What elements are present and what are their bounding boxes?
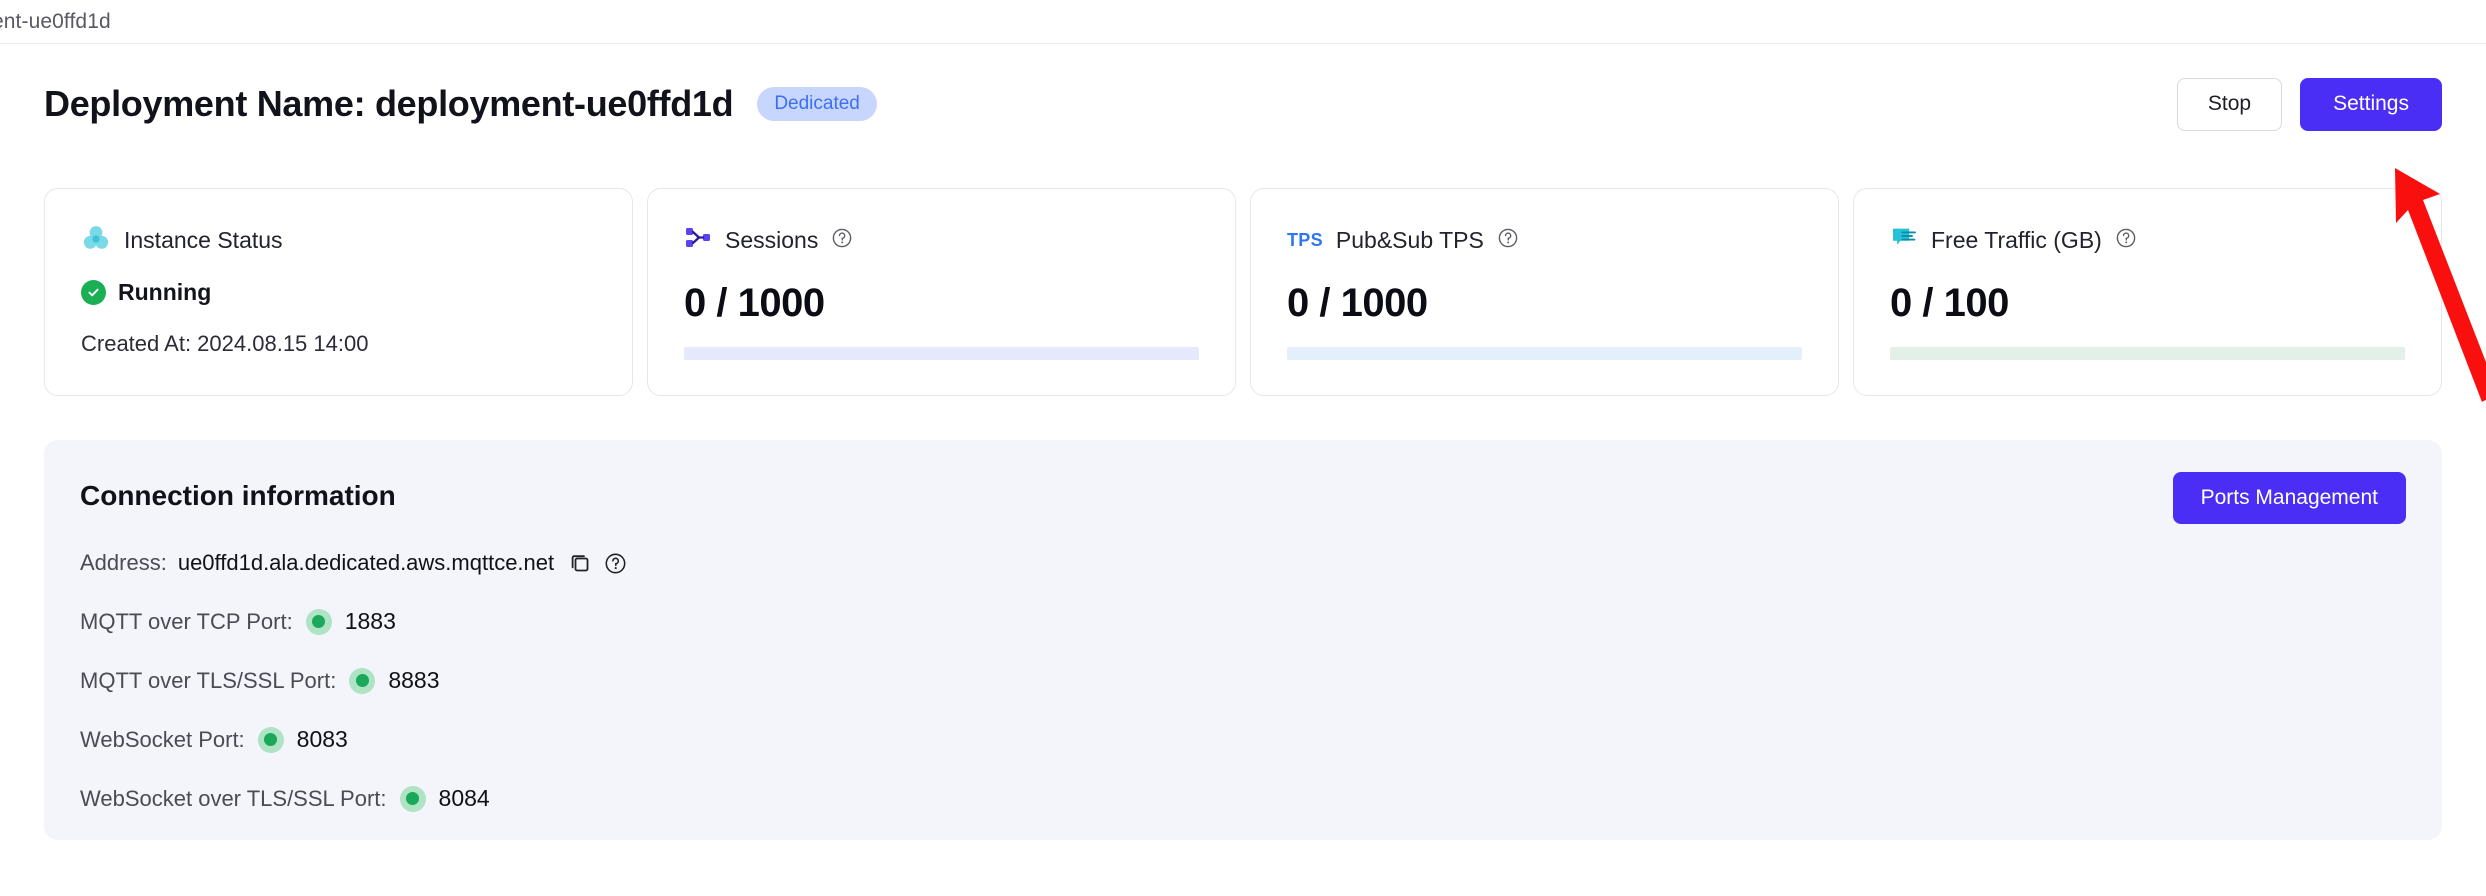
card-free-traffic-value: 0 / 100 [1890, 281, 2405, 326]
port-label: WebSocket Port: [80, 727, 245, 753]
port-label: MQTT over TLS/SSL Port: [80, 668, 336, 694]
sessions-progress-bar [684, 347, 1199, 360]
help-circle-icon[interactable] [831, 227, 853, 254]
port-value: 1883 [345, 608, 396, 635]
address-value: ue0ffd1d.ala.dedicated.aws.mqttce.net [178, 550, 554, 576]
card-instance-status-label: Instance Status [124, 227, 283, 254]
status-badge-dedicated: Dedicated [757, 87, 877, 121]
status-dot-icon [349, 668, 375, 694]
card-sessions: Sessions 0 / 1000 [647, 188, 1236, 396]
header-actions: Stop Settings [2177, 78, 2442, 131]
connection-information-panel: Connection information Ports Management … [44, 440, 2442, 840]
help-circle-icon[interactable] [1497, 227, 1519, 254]
settings-button[interactable]: Settings [2300, 78, 2442, 131]
card-pubsub-tps-value: 0 / 1000 [1287, 281, 1802, 326]
card-instance-status-head: Instance Status [81, 223, 596, 257]
free-traffic-progress-bar [1890, 347, 2405, 360]
stat-cards-row: Instance Status Running Created At: 2024… [44, 188, 2442, 396]
connection-header: Connection information Ports Management [80, 480, 2406, 524]
stop-button[interactable]: Stop [2177, 78, 2282, 131]
port-value: 8883 [388, 667, 439, 694]
ports-management-button[interactable]: Ports Management [2173, 472, 2406, 524]
port-value: 8083 [297, 726, 348, 753]
copy-icon[interactable] [568, 551, 592, 575]
port-value: 8084 [439, 785, 490, 812]
address-row: Address: ue0ffd1d.ala.dedicated.aws.mqtt… [80, 550, 2406, 576]
ports-list: MQTT over TCP Port: 1883 MQTT over TLS/S… [80, 608, 2406, 812]
address-label: Address: [80, 550, 167, 576]
page-header: Deployment Name: deployment-ue0ffd1d Ded… [0, 44, 2486, 164]
breadcrumb-bar: ent-ue0ffd1d [0, 0, 2486, 44]
status-dot-icon [306, 609, 332, 635]
status-dot-icon [258, 727, 284, 753]
cluster-icon [81, 223, 111, 258]
status-dot-icon [400, 786, 426, 812]
instance-created-at: Created At: 2024.08.15 14:00 [81, 331, 596, 357]
help-circle-icon[interactable] [2115, 227, 2137, 254]
instance-status-line: Running [81, 279, 596, 306]
card-instance-status: Instance Status Running Created At: 2024… [44, 188, 633, 396]
port-label: MQTT over TCP Port: [80, 609, 293, 635]
card-pubsub-tps-head: TPS Pub&Sub TPS [1287, 223, 1802, 257]
deployment-detail-page: ent-ue0ffd1d Deployment Name: deployment… [0, 0, 2486, 896]
port-row: MQTT over TLS/SSL Port: 8883 [80, 667, 2406, 694]
instance-status-value: Running [118, 279, 211, 306]
card-pubsub-tps: TPS Pub&Sub TPS 0 / 1000 [1250, 188, 1839, 396]
message-traffic-icon [1890, 225, 1918, 256]
port-label: WebSocket over TLS/SSL Port: [80, 786, 387, 812]
port-row: WebSocket Port: 8083 [80, 726, 2406, 753]
card-sessions-label: Sessions [725, 227, 818, 254]
page-header-left: Deployment Name: deployment-ue0ffd1d Ded… [44, 83, 877, 125]
card-free-traffic-label: Free Traffic (GB) [1931, 227, 2102, 254]
card-free-traffic: Free Traffic (GB) 0 / 100 [1853, 188, 2442, 396]
connection-title: Connection information [80, 480, 396, 512]
port-row: MQTT over TCP Port: 1883 [80, 608, 2406, 635]
pubsub-tps-progress-bar [1287, 347, 1802, 360]
check-circle-icon [81, 280, 106, 305]
help-circle-icon[interactable] [604, 552, 627, 575]
tps-text-icon: TPS [1287, 230, 1323, 251]
page-title: Deployment Name: deployment-ue0ffd1d [44, 83, 733, 125]
card-pubsub-tps-label: Pub&Sub TPS [1336, 227, 1484, 254]
node-graph-icon [684, 224, 712, 257]
card-sessions-value: 0 / 1000 [684, 281, 1199, 326]
port-row: WebSocket over TLS/SSL Port: 8084 [80, 785, 2406, 812]
breadcrumb-text[interactable]: ent-ue0ffd1d [0, 10, 111, 34]
card-sessions-head: Sessions [684, 223, 1199, 257]
card-free-traffic-head: Free Traffic (GB) [1890, 223, 2405, 257]
